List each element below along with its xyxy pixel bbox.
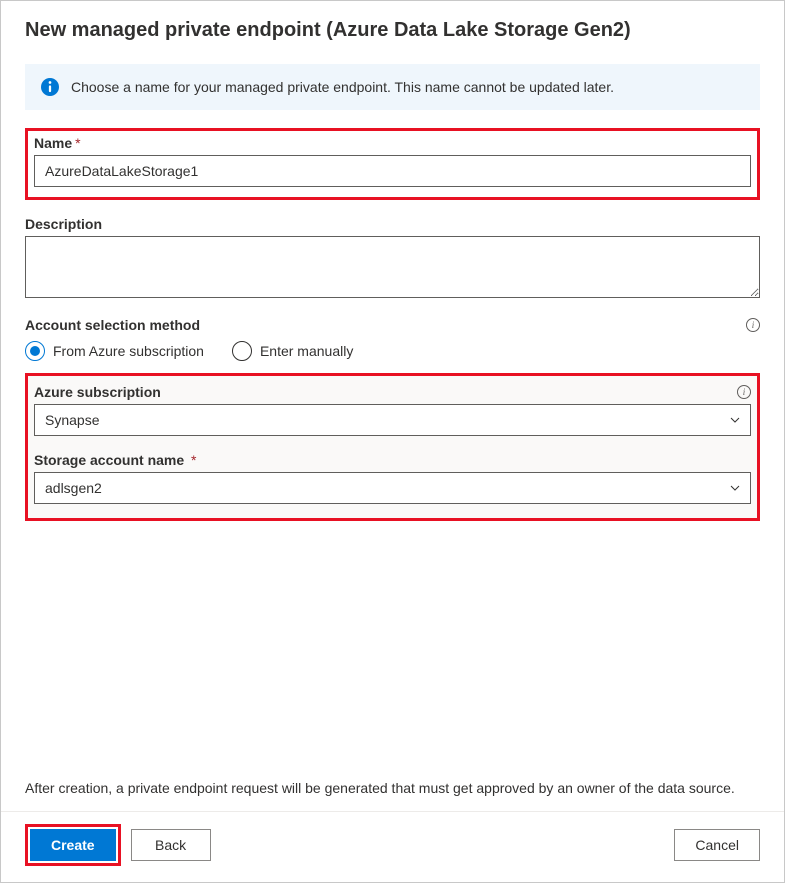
- name-input[interactable]: [34, 155, 751, 187]
- info-icon: [41, 78, 59, 96]
- storage-label: Storage account name: [34, 452, 184, 468]
- panel-content: New managed private endpoint (Azure Data…: [1, 1, 784, 779]
- required-asterisk: *: [75, 135, 80, 151]
- page-title: New managed private endpoint (Azure Data…: [25, 19, 760, 42]
- highlight-name-section: Name*: [25, 128, 760, 200]
- name-group: Name*: [34, 135, 751, 187]
- required-asterisk: *: [187, 452, 196, 468]
- button-bar: Create Back Cancel: [1, 811, 784, 882]
- storage-select[interactable]: adlsgen2: [34, 472, 751, 504]
- back-button[interactable]: Back: [131, 829, 211, 861]
- subscription-group: Azure subscription i Synapse: [34, 384, 751, 436]
- radio-unselected-icon: [232, 341, 252, 361]
- subscription-label: Azure subscription: [34, 384, 161, 400]
- description-label: Description: [25, 216, 102, 232]
- radio-from-subscription-label: From Azure subscription: [53, 343, 204, 359]
- account-method-group: Account selection method i From Azure su…: [25, 317, 760, 361]
- radio-from-subscription[interactable]: From Azure subscription: [25, 341, 204, 361]
- footer-note: After creation, a private endpoint reque…: [1, 779, 784, 799]
- description-group: Description: [25, 216, 760, 301]
- info-tooltip-icon[interactable]: i: [746, 318, 760, 332]
- info-banner-text: Choose a name for your managed private e…: [71, 79, 614, 95]
- info-tooltip-icon[interactable]: i: [737, 385, 751, 399]
- highlight-create-button: Create: [25, 824, 121, 866]
- create-button[interactable]: Create: [30, 829, 116, 861]
- highlight-subscription-section: Azure subscription i Synapse Storage acc…: [25, 373, 760, 521]
- cancel-button[interactable]: Cancel: [674, 829, 760, 861]
- radio-enter-manually-label: Enter manually: [260, 343, 353, 359]
- account-method-label: Account selection method: [25, 317, 200, 333]
- info-banner: Choose a name for your managed private e…: [25, 64, 760, 110]
- description-input[interactable]: [25, 236, 760, 298]
- subscription-select[interactable]: Synapse: [34, 404, 751, 436]
- storage-value: adlsgen2: [45, 480, 102, 496]
- storage-group: Storage account name * adlsgen2: [34, 452, 751, 504]
- subscription-value: Synapse: [45, 412, 99, 428]
- radio-selected-icon: [25, 341, 45, 361]
- new-private-endpoint-panel: New managed private endpoint (Azure Data…: [0, 0, 785, 883]
- radio-enter-manually[interactable]: Enter manually: [232, 341, 353, 361]
- account-method-radio-group: From Azure subscription Enter manually: [25, 341, 760, 361]
- name-label: Name: [34, 135, 72, 151]
